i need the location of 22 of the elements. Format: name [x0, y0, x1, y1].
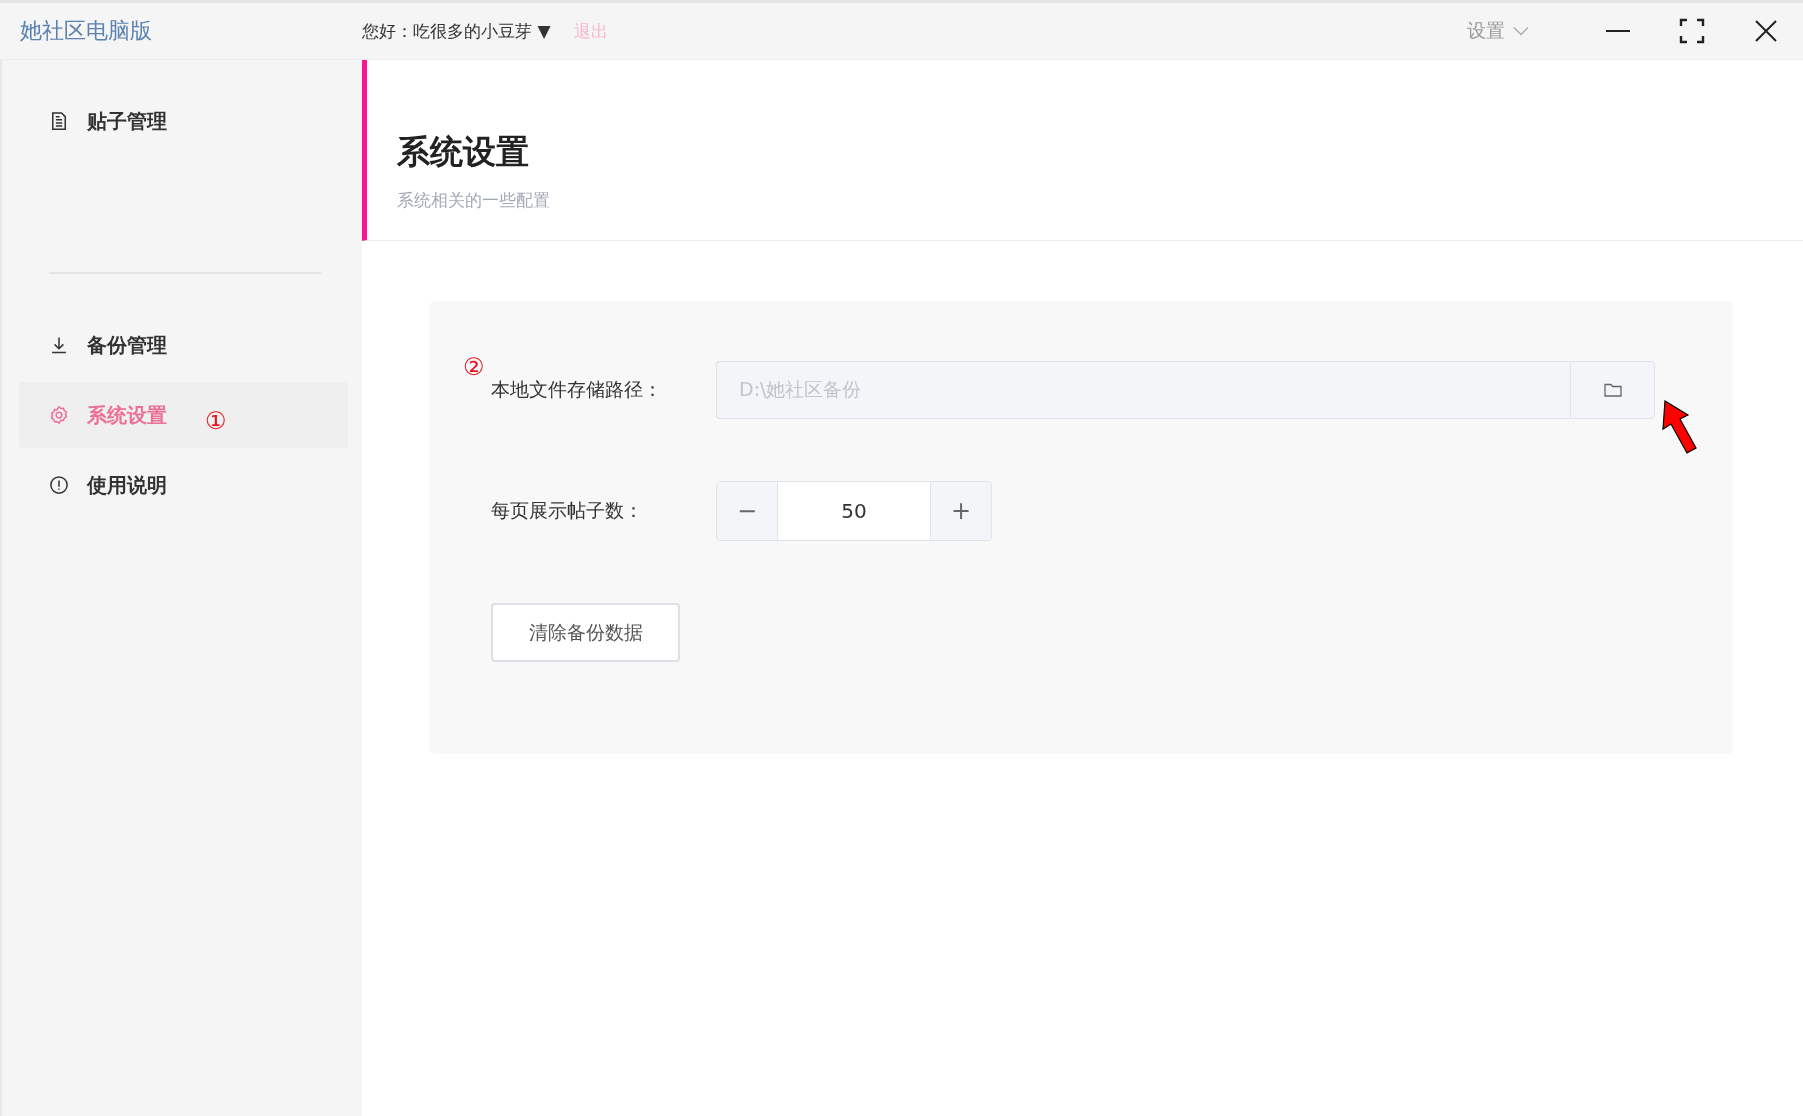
page-subtitle: 系统相关的一些配置 — [397, 189, 551, 212]
gear-icon — [49, 405, 69, 425]
user-menu[interactable]: 您好：吃很多的小豆芽 ▼ — [362, 19, 551, 43]
annotation-number: ② — [463, 353, 485, 381]
download-icon — [49, 335, 69, 355]
sidebar-item[interactable]: 系统设置 ① — [19, 382, 348, 448]
app-title: 她社区电脑版 — [19, 17, 153, 45]
clear-backup-button[interactable]: 清除备份数据 — [491, 603, 680, 662]
annotation-number: ① — [205, 407, 227, 435]
sidebar-item[interactable]: 贴子管理 — [19, 88, 348, 154]
page-title: 系统设置 — [397, 131, 530, 173]
number-field[interactable]: 50 — [777, 482, 931, 540]
chevron-down-icon — [1513, 26, 1529, 36]
increment-button[interactable]: + — [931, 482, 991, 540]
document-icon — [49, 111, 69, 131]
decrement-button[interactable]: − — [717, 482, 777, 540]
sidebar-item[interactable]: 使用说明 — [19, 452, 348, 518]
field-label: 每页展示帖子数： — [491, 498, 643, 523]
maximize-icon[interactable] — [1677, 16, 1707, 46]
field-label: 本地文件存储路径： — [491, 377, 662, 402]
info-icon — [49, 475, 69, 495]
sidebar-item[interactable]: 备份管理 — [19, 312, 348, 378]
